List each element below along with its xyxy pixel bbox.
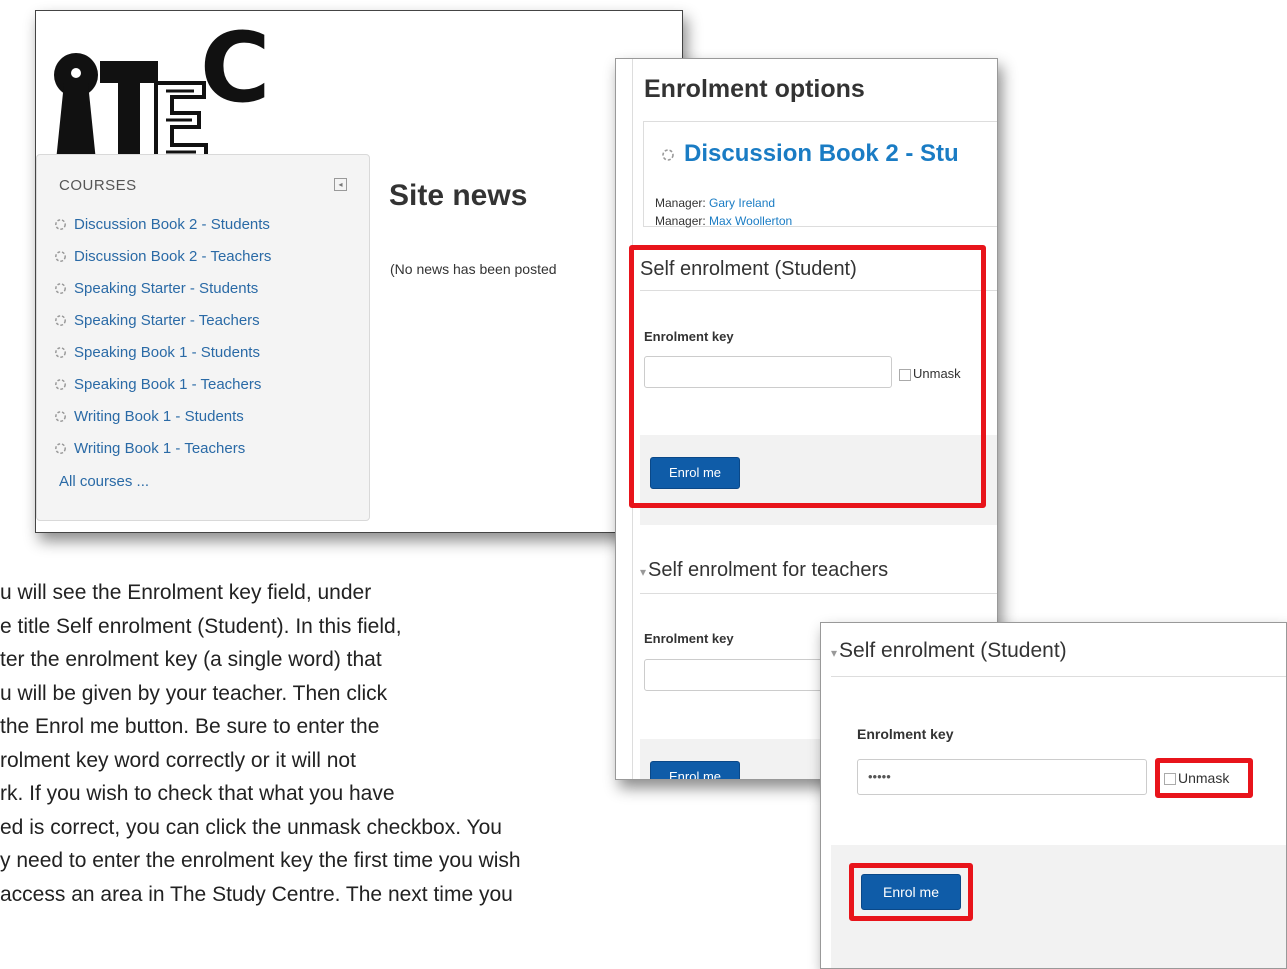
section-self-enrolment-student[interactable]: ▾Self enrolment (Student) [831,639,1067,663]
highlight-box [629,245,986,508]
course-summary-box: Discussion Book 2 - Stu Manager: Gary Ir… [643,121,997,228]
course-icon [55,250,66,262]
logo-letter: C [200,13,270,124]
course-link[interactable]: Speaking Book 1 - Teachers [74,376,261,393]
zoomed-enrolment-panel: ▾Self enrolment (Student) Enrolment key … [820,622,1287,969]
instruction-line: rk. If you wish to check that what you h… [0,782,395,805]
course-icon [55,346,66,358]
course-icon [55,410,66,422]
instruction-line: u will be given by your teacher. Then cl… [0,681,388,705]
instruction-line: e title Self enrolment (Student). In thi… [0,614,402,638]
enrolment-key-label: Enrolment key [644,631,734,646]
course-icon [55,282,66,294]
course-icon [662,149,674,161]
no-news-message: (No news has been posted [390,261,557,277]
site-front-page-panel: C COURSES ◂ Discussion Book 2 - Students… [35,10,683,533]
manager-label: Manager: [655,214,706,228]
course-link[interactable]: Writing Book 1 - Teachers [74,440,245,457]
course-list-item[interactable]: Discussion Book 2 - Students [53,208,271,240]
course-icon [55,218,66,230]
collapse-triangle-icon: ▾ [640,565,647,579]
course-list-item[interactable]: Speaking Starter - Students [53,272,271,304]
enrolment-options-heading: Enrolment options [644,75,865,103]
manager-link[interactable]: Gary Ireland [709,196,775,210]
manager-link[interactable]: Max Woollerton [709,214,792,228]
highlight-box [1155,758,1253,798]
enrol-me-button[interactable]: Enrol me [650,761,740,779]
course-list-item[interactable]: Speaking Book 1 - Students [53,336,271,368]
highlight-box [849,863,973,921]
course-list-item[interactable]: Writing Book 1 - Teachers [53,432,271,464]
course-icon [55,378,66,390]
collapse-triangle-icon: ▾ [831,646,838,660]
instruction-line: y need to enter the enrolment key the fi… [0,849,521,872]
courses-block-header: COURSES [59,177,137,194]
course-list-item[interactable]: Speaking Book 1 - Teachers [53,368,271,400]
manager-line: Manager: Max Woollerton [655,214,792,228]
courses-block: COURSES ◂ Discussion Book 2 - Students Di… [36,154,370,521]
course-link[interactable]: Discussion Book 2 - Teachers [74,248,271,265]
instruction-line: ed is correct, you can click the unmask … [0,815,502,839]
enrolment-key-input[interactable]: ••••• [857,759,1147,795]
instruction-line: ter the enrolment key (a single word) th… [0,648,382,671]
course-list-item[interactable]: Discussion Book 2 - Teachers [53,240,271,272]
instruction-line: access an area in The Study Centre. The … [0,882,513,906]
course-title-link[interactable]: Discussion Book 2 - Stu [684,140,959,168]
course-list: Discussion Book 2 - Students Discussion B… [53,208,271,464]
divider [831,676,1286,677]
course-link[interactable]: Speaking Starter - Students [74,280,258,297]
course-link[interactable]: Speaking Starter - Teachers [74,312,260,329]
course-icon [55,314,66,326]
instruction-line: rolment key word correctly or it will no… [0,748,356,772]
instruction-line: u will see the Enrolment key field, unde… [0,581,372,604]
manager-line: Manager: Gary Ireland [655,196,775,210]
all-courses-link[interactable]: All courses ... [59,473,149,490]
instruction-line: the Enrol me button. Be sure to enter th… [0,715,380,738]
site-news-heading: Site news [389,179,528,212]
course-list-item[interactable]: Speaking Starter - Teachers [53,304,271,336]
enrolment-key-label: Enrolment key [857,726,954,742]
dock-block-icon[interactable]: ◂ [334,178,347,191]
section-self-enrolment-teachers[interactable]: ▾ Self enrolment for teachers [640,559,888,582]
course-link[interactable]: Discussion Book 2 - Students [74,216,270,233]
divider [640,593,997,594]
course-link[interactable]: Speaking Book 1 - Students [74,344,260,361]
course-link[interactable]: Writing Book 1 - Students [74,408,244,425]
section-title: Self enrolment for teachers [648,559,889,581]
course-icon [55,442,66,454]
site-logo[interactable]: C [44,13,284,163]
course-list-item[interactable]: Writing Book 1 - Students [53,400,271,432]
section-title: Self enrolment (Student) [839,639,1067,662]
manager-label: Manager: [655,196,706,210]
